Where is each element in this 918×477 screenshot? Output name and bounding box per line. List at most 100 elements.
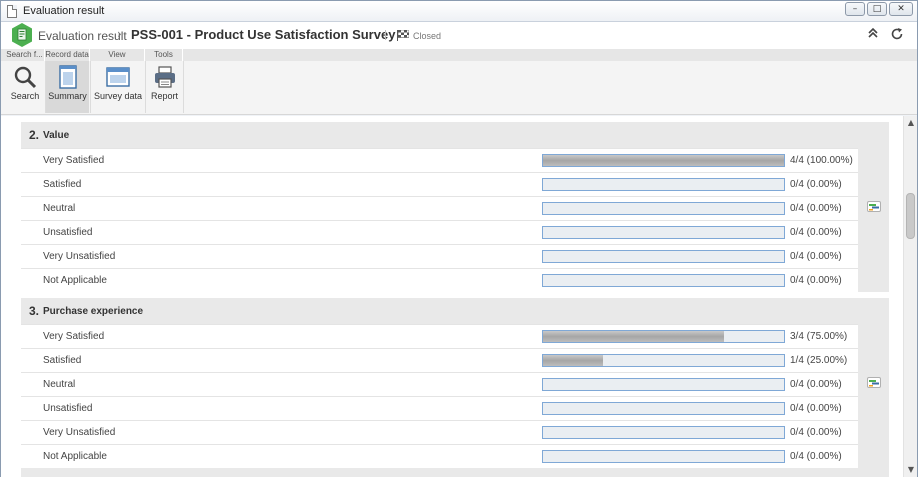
answer-list: Very Satisfied 3/4 (75.00%) Satisfied 1/… <box>21 324 858 468</box>
chart-view-icon[interactable] <box>867 377 881 388</box>
answer-label: Very Satisfied <box>43 155 105 166</box>
answer-count: 4/4 (100.00%) <box>790 155 853 166</box>
search-button[interactable]: Search <box>5 61 45 113</box>
answer-row: Very Satisfied 3/4 (75.00%) <box>21 324 858 348</box>
answer-progress-bar <box>542 202 785 215</box>
report-button-label: Report <box>150 91 178 101</box>
answer-row: Neutral 0/4 (0.00%) <box>21 196 858 220</box>
answer-count: 0/4 (0.00%) <box>790 275 842 286</box>
answer-label: Very Satisfied <box>43 331 105 342</box>
answer-row: Unsatisfied 0/4 (0.00%) <box>21 396 858 420</box>
answer-count: 0/4 (0.00%) <box>790 179 842 190</box>
answer-row: Unsatisfied 0/4 (0.00%) <box>21 220 858 244</box>
question-number: 2. <box>29 128 40 142</box>
question-section: 2. Value Very Satisfied 4/4 (100.00%) Sa… <box>21 122 889 292</box>
question-section: 3. Purchase experience Very Satisfied 3/… <box>21 298 889 477</box>
answer-label: Not Applicable <box>43 451 107 462</box>
group-label-view: View <box>90 49 145 61</box>
answer-row: Satisfied 0/4 (0.00%) <box>21 172 858 196</box>
window-title: Evaluation result <box>23 5 105 17</box>
answer-progress-bar <box>542 226 785 239</box>
question-number: 3. <box>29 304 40 318</box>
printer-icon <box>154 66 175 88</box>
answer-list: Very Satisfied 4/4 (100.00%) Satisfied 0… <box>21 148 858 292</box>
vertical-scrollbar[interactable]: ▲ ▼ <box>903 116 917 477</box>
group-label-tools: Tools <box>145 49 183 61</box>
results-content: 2. Value Very Satisfied 4/4 (100.00%) Sa… <box>1 116 917 477</box>
group-label-record-data: Record data <box>45 49 90 61</box>
ribbon-toolbar: Search f... Record data View Tools Searc… <box>1 49 917 115</box>
question-title: Value <box>43 130 70 141</box>
document-icon <box>7 5 17 18</box>
refresh-icon <box>891 28 903 40</box>
answer-row: Very Unsatisfied 0/4 (0.00%) <box>21 244 858 268</box>
answer-count: 0/4 (0.00%) <box>790 451 842 462</box>
summary-button[interactable]: Summary <box>46 61 89 113</box>
answer-progress-bar <box>542 450 785 463</box>
answer-label: Not Applicable <box>43 275 107 286</box>
answer-label: Unsatisfied <box>43 403 93 414</box>
minimize-button[interactable]: – <box>845 2 865 16</box>
summary-button-label: Summary <box>48 91 87 101</box>
answer-label: Neutral <box>43 203 76 214</box>
page-title: PSS-001 - Product Use Satisfaction Surve… <box>131 27 396 42</box>
collapse-header-button[interactable] <box>865 27 881 43</box>
survey-data-button-label: Survey data <box>93 91 143 101</box>
answer-progress-bar <box>542 330 785 343</box>
close-icon: ✕ <box>897 4 905 14</box>
refresh-button[interactable] <box>889 27 905 43</box>
breadcrumb-separator: › <box>117 27 122 41</box>
section-side-panel <box>858 122 889 292</box>
answer-progress-bar <box>542 154 785 167</box>
survey-data-button[interactable]: Survey data <box>91 61 145 113</box>
minimize-icon: – <box>852 4 858 14</box>
answer-label: Unsatisfied <box>43 227 93 238</box>
answer-count: 3/4 (75.00%) <box>790 331 848 342</box>
maximize-button[interactable]: □ <box>867 2 887 16</box>
ribbon-separator <box>183 61 184 113</box>
answer-count: 0/4 (0.00%) <box>790 203 842 214</box>
scroll-thumb[interactable] <box>906 193 915 239</box>
answer-count: 0/4 (0.00%) <box>790 427 842 438</box>
answer-progress-bar <box>542 354 785 367</box>
answer-progress-bar <box>542 378 785 391</box>
page-header: Evaluation result › PSS-001 - Product Us… <box>1 22 917 49</box>
chart-view-icon[interactable] <box>867 201 881 212</box>
search-icon <box>14 66 37 89</box>
close-button[interactable]: ✕ <box>889 2 913 16</box>
answer-progress-bar <box>542 274 785 287</box>
progress-fill <box>543 155 784 166</box>
answer-progress-bar <box>542 250 785 263</box>
answer-row: Very Unsatisfied 0/4 (0.00%) <box>21 420 858 444</box>
answer-label: Neutral <box>43 379 76 390</box>
ribbon-group-labels: Search f... Record data View Tools <box>1 49 917 61</box>
summary-icon <box>58 65 77 89</box>
answer-label: Satisfied <box>43 179 82 190</box>
maximize-icon: □ <box>872 4 882 14</box>
answer-progress-bar <box>542 402 785 415</box>
answer-count: 0/4 (0.00%) <box>790 227 842 238</box>
answer-count: 0/4 (0.00%) <box>790 403 842 414</box>
evaluation-app-icon <box>12 23 32 47</box>
double-chevron-up-icon <box>868 27 878 38</box>
answer-progress-bar <box>542 178 785 191</box>
checkered-flag-icon <box>397 30 409 41</box>
answer-label: Very Unsatisfied <box>43 427 116 438</box>
section-side-panel <box>858 298 889 477</box>
window-controls: – □ ✕ <box>845 2 913 16</box>
report-button[interactable]: Report <box>146 61 183 113</box>
search-button-label: Search <box>10 91 40 101</box>
answer-row: Not Applicable 0/4 (0.00%) <box>21 444 858 468</box>
app-window: Evaluation result – □ ✕ Evaluation resul… <box>0 0 918 477</box>
survey-data-icon <box>106 67 130 87</box>
scroll-up-arrow-icon[interactable]: ▲ <box>904 116 918 130</box>
question-header: 3. Purchase experience <box>21 298 858 324</box>
answer-count: 0/4 (0.00%) <box>790 379 842 390</box>
question-title: Purchase experience <box>43 306 144 317</box>
answer-label: Satisfied <box>43 355 82 366</box>
progress-fill <box>543 331 724 342</box>
group-label-search: Search f... <box>5 49 45 61</box>
scroll-down-arrow-icon[interactable]: ▼ <box>904 463 918 477</box>
breadcrumb-root[interactable]: Evaluation result <box>38 29 127 43</box>
answer-progress-bar <box>542 426 785 439</box>
